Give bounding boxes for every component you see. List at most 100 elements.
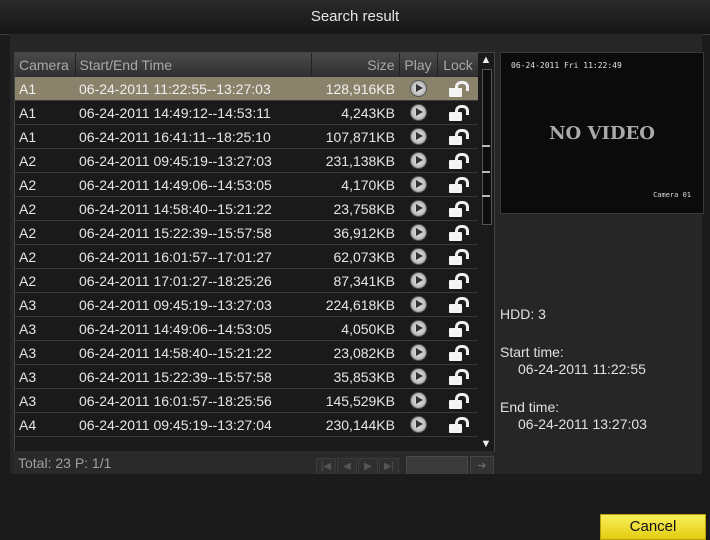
row-size: 87,341KB (311, 268, 399, 293)
unlocked-padlock-icon[interactable] (449, 297, 469, 314)
table-row[interactable]: A3 06-24-2011 14:58:40--15:21:22 23,082KB (15, 340, 479, 365)
total-pages-label: Total: 23 P: 1/1 (18, 455, 112, 471)
play-circle-icon[interactable] (409, 296, 427, 314)
preview-osd-date: 06-24-2011 Fri 11:22:49 (511, 61, 622, 70)
row-lock (437, 340, 479, 365)
unlocked-padlock-icon[interactable] (449, 249, 469, 266)
table-row[interactable]: A3 06-24-2011 14:49:06--14:53:05 4,050KB (15, 316, 479, 341)
row-size: 35,853KB (311, 364, 399, 389)
row-camera: A3 (15, 364, 75, 389)
row-start-end-time: 06-24-2011 14:58:40--15:21:22 (75, 196, 311, 221)
row-lock (437, 244, 479, 269)
column-header-camera[interactable]: Camera (15, 53, 76, 77)
unlocked-padlock-icon[interactable] (449, 129, 469, 146)
table-row[interactable]: A2 06-24-2011 14:49:06--14:53:05 4,170KB (15, 172, 479, 197)
row-camera: A2 (15, 268, 75, 293)
unlocked-padlock-icon[interactable] (449, 105, 469, 122)
play-circle-icon[interactable] (409, 200, 427, 218)
play-circle-icon[interactable] (409, 320, 427, 338)
end-time-value: 06-24-2011 13:27:03 (518, 416, 647, 432)
row-play (399, 268, 437, 293)
play-circle-icon[interactable] (409, 104, 427, 122)
play-circle-icon[interactable] (409, 272, 427, 290)
play-circle-icon[interactable] (409, 176, 427, 194)
row-start-end-time: 06-24-2011 16:01:57--18:25:56 (75, 388, 311, 413)
row-camera: A2 (15, 148, 75, 173)
unlocked-padlock-icon[interactable] (449, 177, 469, 194)
window-title: Search result (0, 0, 710, 35)
search-result-table: Camera Start/End Time Size Play Lock A1 0… (15, 53, 479, 437)
play-circle-icon[interactable] (409, 368, 427, 386)
row-play (399, 292, 437, 317)
play-circle-icon[interactable] (409, 416, 427, 434)
row-play (399, 412, 437, 437)
start-time-value: 06-24-2011 11:22:55 (518, 361, 646, 377)
table-row[interactable]: A3 06-24-2011 16:01:57--18:25:56 145,529KB (15, 388, 479, 413)
row-lock (437, 172, 479, 197)
cancel-button[interactable]: Cancel (600, 514, 706, 540)
row-camera: A1 (15, 100, 75, 125)
play-circle-icon[interactable] (409, 248, 427, 266)
row-start-end-time: 06-24-2011 15:22:39--15:57:58 (75, 364, 311, 389)
row-start-end-time: 06-24-2011 09:45:19--13:27:03 (75, 148, 311, 173)
row-start-end-time: 06-24-2011 14:49:06--14:53:05 (75, 316, 311, 341)
play-circle-icon[interactable] (409, 152, 427, 170)
row-camera: A3 (15, 292, 75, 317)
table-row[interactable]: A3 06-24-2011 15:22:39--15:57:58 35,853KB (15, 364, 479, 389)
unlocked-padlock-icon[interactable] (449, 273, 469, 290)
hdd-label: HDD: 3 (500, 306, 546, 322)
column-header-lock: Lock (437, 53, 479, 77)
table-row[interactable]: A1 06-24-2011 16:41:11--18:25:10 107,871KB (15, 124, 479, 149)
unlocked-padlock-icon[interactable] (449, 393, 469, 410)
table-row[interactable]: A1 06-24-2011 14:49:12--14:53:11 4,243KB (15, 100, 479, 125)
row-camera: A2 (15, 196, 75, 221)
row-start-end-time: 06-24-2011 14:49:06--14:53:05 (75, 172, 311, 197)
table-scrollbar[interactable]: ▲ ▼ (478, 52, 495, 452)
play-circle-icon[interactable] (409, 224, 427, 242)
play-circle-icon[interactable] (409, 344, 427, 362)
preview-camera-label: Camera 01 (653, 191, 691, 199)
scroll-mark (482, 145, 490, 147)
row-lock (437, 364, 479, 389)
row-start-end-time: 06-24-2011 16:41:11--18:25:10 (75, 124, 311, 149)
row-size: 4,050KB (311, 316, 399, 341)
unlocked-padlock-icon[interactable] (449, 369, 469, 386)
row-size: 62,073KB (311, 244, 399, 269)
row-play (399, 148, 437, 173)
column-header-start-end-time[interactable]: Start/End Time (75, 53, 312, 77)
play-circle-icon[interactable] (409, 128, 427, 146)
column-header-size[interactable]: Size (311, 53, 400, 77)
play-circle-icon[interactable] (409, 392, 427, 410)
row-start-end-time: 06-24-2011 11:22:55--13:27:03 (75, 77, 311, 101)
row-size: 23,082KB (311, 340, 399, 365)
play-circle-icon[interactable] (409, 80, 427, 98)
table-row[interactable]: A2 06-24-2011 17:01:27--18:25:26 87,341KB (15, 268, 479, 293)
row-size: 231,138KB (311, 148, 399, 173)
table-row[interactable]: A2 06-24-2011 09:45:19--13:27:03 231,138KB (15, 148, 479, 173)
row-camera: A3 (15, 316, 75, 341)
table-row[interactable]: A4 06-24-2011 09:45:19--13:27:04 230,144KB (15, 412, 479, 437)
row-play (399, 316, 437, 341)
search-result-table-container: Camera Start/End Time Size Play Lock A1 0… (14, 52, 480, 452)
start-time-label: Start time: (500, 344, 564, 360)
table-row[interactable]: A2 06-24-2011 14:58:40--15:21:22 23,758KB (15, 196, 479, 221)
unlocked-padlock-icon[interactable] (449, 81, 469, 98)
row-play (399, 340, 437, 365)
page-number-input[interactable] (406, 456, 468, 476)
unlocked-padlock-icon[interactable] (449, 417, 469, 434)
table-row[interactable]: A2 06-24-2011 15:22:39--15:57:58 36,912KB (15, 220, 479, 245)
unlocked-padlock-icon[interactable] (449, 225, 469, 242)
scroll-down-icon[interactable]: ▼ (480, 437, 492, 451)
unlocked-padlock-icon[interactable] (449, 153, 469, 170)
table-row[interactable]: A3 06-24-2011 09:45:19--13:27:03 224,618KB (15, 292, 479, 317)
scroll-up-icon[interactable]: ▲ (480, 53, 492, 67)
unlocked-padlock-icon[interactable] (449, 201, 469, 218)
table-row[interactable]: A1 06-24-2011 11:22:55--13:27:03 128,916KB (15, 77, 479, 101)
row-play (399, 244, 437, 269)
row-start-end-time: 06-24-2011 16:01:57--17:01:27 (75, 244, 311, 269)
unlocked-padlock-icon[interactable] (449, 345, 469, 362)
go-page-icon[interactable]: ➜ (470, 456, 494, 476)
scrollbar-thumb[interactable] (482, 69, 492, 225)
table-row[interactable]: A2 06-24-2011 16:01:57--17:01:27 62,073KB (15, 244, 479, 269)
unlocked-padlock-icon[interactable] (449, 321, 469, 338)
